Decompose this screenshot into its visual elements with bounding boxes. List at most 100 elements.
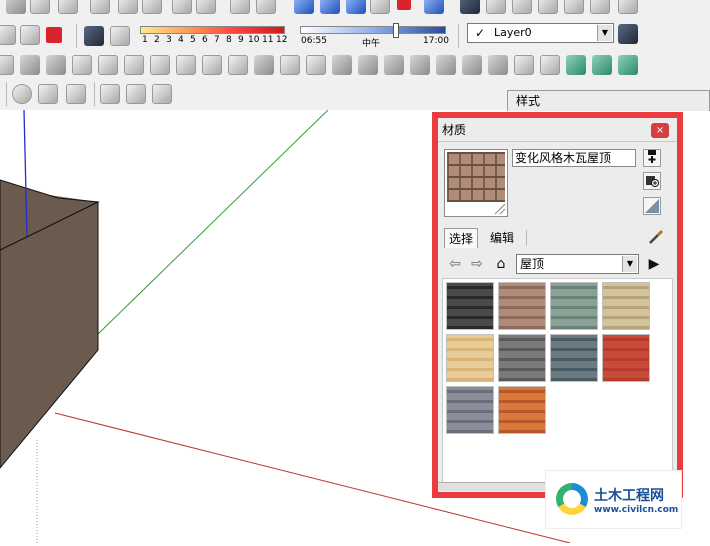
lock-icon[interactable]: [152, 84, 172, 104]
material-preview-swatch: [447, 152, 505, 202]
solid-box-icon[interactable]: [592, 55, 612, 75]
material-name-field[interactable]: 变化风格木瓦屋顶: [512, 149, 636, 167]
group-icon[interactable]: [20, 25, 40, 45]
hidden-line-icon[interactable]: [538, 0, 558, 14]
layer-manager-icon[interactable]: [618, 24, 638, 44]
material-swatch[interactable]: [446, 334, 494, 382]
material-swatch[interactable]: [446, 386, 494, 434]
dimension-icon[interactable]: [196, 0, 216, 14]
material-swatch[interactable]: [498, 282, 546, 330]
tab-select[interactable]: 选择: [444, 228, 479, 248]
drape-icon[interactable]: [98, 55, 118, 75]
materials-panel-header[interactable]: 材质 ×: [438, 118, 677, 142]
validity-check-icon[interactable]: [12, 84, 32, 104]
logo-mark-icon: [556, 483, 588, 515]
material-swatch[interactable]: [498, 386, 546, 434]
textured-icon[interactable]: [590, 0, 610, 14]
rotate-icon[interactable]: [142, 0, 162, 14]
material-category-dropdown[interactable]: 屋顶 ▼: [516, 254, 639, 274]
sketch-pan-icon[interactable]: [346, 0, 366, 14]
flip-edge-icon[interactable]: [150, 55, 170, 75]
sandbox-from-scratch-icon[interactable]: [20, 55, 40, 75]
back-edges-icon[interactable]: [486, 0, 506, 14]
fillet-icon[interactable]: [384, 55, 404, 75]
mesh-icon[interactable]: [462, 55, 482, 75]
loft-icon[interactable]: [436, 55, 456, 75]
subdivide-icon[interactable]: [488, 55, 508, 75]
stop-icon[interactable]: [397, 0, 411, 10]
lattice-icon[interactable]: [332, 55, 352, 75]
home-icon[interactable]: ⌂: [492, 255, 510, 273]
extrude-icon[interactable]: [254, 55, 274, 75]
sketch-orbit-icon[interactable]: [320, 0, 340, 14]
teapot-icon[interactable]: [38, 84, 58, 104]
eyedropper-icon[interactable]: [647, 228, 665, 246]
month-tick: 8: [226, 35, 232, 45]
window-icon[interactable]: [100, 84, 120, 104]
chevron-down-icon[interactable]: ▼: [597, 25, 612, 41]
teapot-export-icon[interactable]: [66, 84, 86, 104]
materials-icon[interactable]: [46, 27, 62, 43]
chevron-down-icon[interactable]: ▼: [622, 256, 637, 272]
add-to-model-icon[interactable]: [643, 172, 661, 190]
window-image-icon[interactable]: [126, 84, 146, 104]
default-material-icon[interactable]: [643, 197, 661, 215]
stretch-icon[interactable]: [228, 55, 248, 75]
sketch-view-icon[interactable]: [294, 0, 314, 14]
material-swatch[interactable]: [498, 334, 546, 382]
shaded-icon[interactable]: [564, 0, 584, 14]
offset-icon[interactable]: [118, 0, 138, 14]
create-material-icon[interactable]: [643, 149, 661, 167]
scale-icon[interactable]: [30, 0, 50, 14]
month-tick: 7: [214, 35, 220, 45]
resize-grip-icon[interactable]: [494, 203, 506, 215]
component-icon[interactable]: [0, 25, 16, 45]
tab-edit[interactable]: 编辑: [486, 228, 518, 248]
protractor-icon[interactable]: [230, 0, 250, 14]
weld-icon[interactable]: [514, 55, 534, 75]
time-slider-thumb[interactable]: [392, 23, 399, 38]
material-swatch[interactable]: [446, 282, 494, 330]
back-arrow-icon[interactable]: ⇦: [446, 255, 464, 273]
shadow-month-slider[interactable]: [140, 26, 285, 34]
material-swatch[interactable]: [602, 282, 650, 330]
add-detail-icon[interactable]: [124, 55, 144, 75]
record-icon[interactable]: [424, 0, 444, 14]
shell-icon[interactable]: [410, 55, 430, 75]
time-end-label: 17:00: [423, 36, 449, 46]
paint-bucket-icon[interactable]: [6, 0, 26, 14]
joint-icon[interactable]: [358, 55, 378, 75]
watermark-url: www.civilcn.com: [594, 505, 679, 515]
follow-me-icon[interactable]: [90, 0, 110, 14]
play-icon[interactable]: [370, 0, 390, 14]
bevel-icon[interactable]: [540, 55, 560, 75]
display-shadows-icon[interactable]: [110, 26, 130, 46]
stamp-icon[interactable]: [72, 55, 92, 75]
material-swatch[interactable]: [550, 282, 598, 330]
material-swatch[interactable]: [602, 334, 650, 382]
sandbox-from-contours-icon[interactable]: [0, 55, 14, 75]
styles-panel-header[interactable]: 样式: [507, 90, 710, 111]
spline-icon[interactable]: [306, 55, 326, 75]
close-icon[interactable]: ×: [651, 123, 669, 138]
materials-panel: 材质 × 变化风格木瓦屋顶 选择 编辑 ⇦ ⇨ ⌂ 屋顶 ▼ ▶: [438, 118, 677, 492]
terrain-icon[interactable]: [566, 55, 586, 75]
smoove-icon[interactable]: [46, 55, 66, 75]
details-arrow-icon[interactable]: ▶: [645, 255, 663, 273]
material-preview[interactable]: [444, 149, 508, 217]
scissors-icon[interactable]: [202, 55, 222, 75]
shadow-time-slider[interactable]: [300, 26, 446, 34]
tape-measure-icon[interactable]: [172, 0, 192, 14]
shadow-settings-icon[interactable]: [84, 26, 104, 46]
text-icon[interactable]: [256, 0, 276, 14]
monochrome-icon[interactable]: [618, 0, 638, 14]
forward-arrow-icon[interactable]: ⇨: [468, 255, 486, 273]
xray-icon[interactable]: [460, 0, 480, 14]
solid-sphere-icon[interactable]: [618, 55, 638, 75]
frame-icon[interactable]: [280, 55, 300, 75]
material-swatch[interactable]: [550, 334, 598, 382]
push-pull-icon[interactable]: [58, 0, 78, 14]
move-down-icon[interactable]: [176, 55, 196, 75]
layer-dropdown[interactable]: ✓ Layer0 ▼: [467, 23, 614, 43]
wireframe-icon[interactable]: [512, 0, 532, 14]
